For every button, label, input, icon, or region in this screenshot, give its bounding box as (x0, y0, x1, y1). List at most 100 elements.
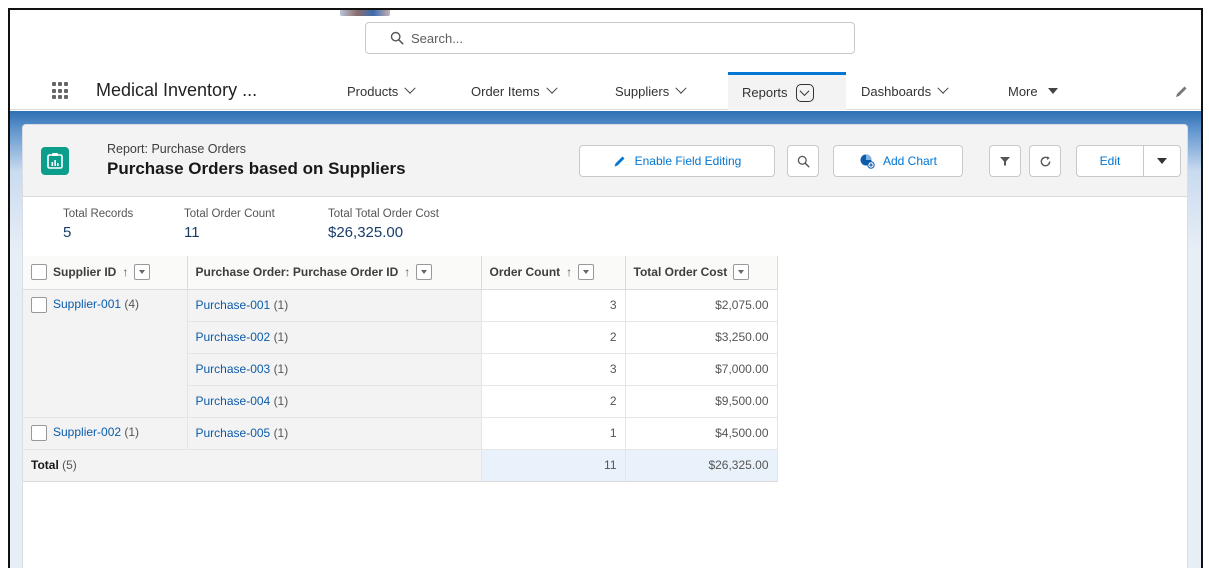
select-all-checkbox[interactable] (31, 264, 47, 281)
pencil-icon (613, 154, 627, 168)
report-card: Report: Purchase Orders Purchase Orders … (22, 124, 1188, 568)
group-cell-supplier: Supplier-002 (1) (23, 417, 188, 450)
global-search[interactable] (365, 22, 855, 54)
report-summary: Total Records 5 Total Order Count 11 Tot… (23, 198, 1187, 255)
summary-total-order-cost: Total Total Order Cost $26,325.00 (328, 208, 439, 241)
total-count: (5) (62, 458, 77, 472)
table-row: Supplier-002 (1) Purchase-005 (1) 1 $4,5… (23, 417, 778, 450)
column-header-supplier-id[interactable]: Supplier ID ↑ (23, 256, 188, 290)
chevron-down-icon[interactable] (545, 82, 558, 94)
app-nav-bar: Medical Inventory ... Products Order Ite… (10, 72, 1201, 110)
po-count: (1) (273, 330, 289, 344)
summary-value: 5 (63, 224, 72, 241)
summary-total-order-count: Total Order Count 11 (184, 208, 275, 241)
report-table: Supplier ID ↑ Purchase Order: Purchase O… (23, 256, 778, 482)
total-order-cost-cell: $9,500.00 (625, 385, 778, 418)
enable-field-editing-button[interactable]: Enable Field Editing (579, 145, 775, 177)
group-count: (4) (124, 296, 140, 311)
summary-label: Total Records (63, 208, 134, 220)
sort-ascending-icon[interactable]: ↑ (122, 265, 128, 279)
nav-item-label: Order Items (471, 83, 540, 99)
total-label-cell: Total (5) (23, 449, 482, 482)
purchase-order-link[interactable]: Purchase-004 (196, 394, 271, 408)
nav-item-order-items[interactable]: Order Items (471, 72, 558, 110)
column-menu-dropdown[interactable] (578, 264, 595, 281)
page-title: Purchase Orders based on Suppliers (107, 159, 406, 178)
supplier-link[interactable]: Supplier-002 (53, 425, 121, 439)
column-menu-dropdown[interactable] (416, 264, 433, 281)
order-count-cell: 3 (481, 289, 626, 322)
order-count-cell: 2 (481, 385, 626, 418)
refresh-button[interactable] (1029, 145, 1061, 177)
po-count: (1) (273, 394, 289, 408)
nav-item-suppliers[interactable]: Suppliers (615, 72, 687, 110)
column-header-label: Total Order Cost (633, 265, 728, 280)
order-count-cell: 2 (481, 321, 626, 354)
summary-label: Total Total Order Cost (328, 208, 440, 220)
edit-nav-pencil-icon[interactable] (1173, 84, 1189, 100)
search-input[interactable] (411, 30, 811, 46)
table-total-row: Total (5) 11 $26,325.00 (23, 449, 778, 482)
po-cell: Purchase-002 (1) (187, 321, 482, 354)
report-type-label: Report: Purchase Orders (107, 142, 246, 156)
column-header-total-order-cost[interactable]: Total Order Cost (625, 256, 778, 290)
total-order-cost-cell: $4,500.00 (625, 417, 778, 450)
filter-icon (1000, 157, 1010, 166)
search-icon (797, 155, 810, 168)
caret-down-icon[interactable] (1047, 88, 1058, 94)
caret-down-icon (1157, 158, 1167, 164)
order-count-cell: 1 (481, 417, 626, 450)
app-name: Medical Inventory ... (96, 80, 258, 100)
summary-value: $26,325.00 (328, 224, 404, 241)
nav-item-label: Suppliers (615, 83, 670, 99)
row-checkbox[interactable] (31, 296, 47, 313)
nav-item-label: More (1008, 83, 1038, 99)
report-icon (41, 147, 69, 175)
total-order-cost-cell: $2,075.00 (625, 289, 778, 322)
summary-value: 11 (184, 224, 200, 241)
column-header-label: Order Count (489, 265, 561, 280)
nav-item-products[interactable]: Products (347, 72, 416, 110)
refresh-icon (1040, 155, 1050, 166)
chevron-down-icon[interactable] (675, 82, 687, 94)
chevron-down-icon[interactable] (795, 83, 814, 102)
po-cell: Purchase-003 (1) (187, 353, 482, 386)
purchase-order-link[interactable]: Purchase-005 (196, 426, 271, 440)
order-count-cell: 3 (481, 353, 626, 386)
column-menu-dropdown[interactable] (733, 264, 750, 281)
nav-item-dashboards[interactable]: Dashboards (861, 72, 949, 110)
table-header-row: Supplier ID ↑ Purchase Order: Purchase O… (23, 256, 778, 290)
nav-item-label: Products (347, 83, 399, 99)
edit-button[interactable]: Edit (1076, 145, 1144, 177)
add-chart-button[interactable]: Add Chart (833, 145, 963, 177)
button-label: Edit (1099, 154, 1121, 168)
column-header-label: Supplier ID (53, 265, 117, 280)
filter-button[interactable] (989, 145, 1021, 177)
po-count: (1) (273, 426, 289, 440)
app-launcher-icon[interactable] (52, 82, 70, 100)
po-cell: Purchase-004 (1) (187, 385, 482, 418)
purchase-order-link[interactable]: Purchase-001 (196, 298, 271, 312)
column-menu-dropdown[interactable] (134, 264, 151, 281)
group-count: (1) (124, 425, 140, 440)
total-order-cost-cell: $26,325.00 (625, 449, 778, 482)
more-actions-button[interactable] (1143, 145, 1181, 177)
sort-ascending-icon[interactable]: ↑ (566, 265, 572, 279)
nav-item-more[interactable]: More (1008, 72, 1058, 110)
sort-ascending-icon[interactable]: ↑ (404, 265, 410, 279)
purchase-order-link[interactable]: Purchase-002 (196, 330, 271, 344)
po-count: (1) (273, 362, 289, 376)
nav-item-label: Reports (742, 85, 788, 100)
column-header-purchase-order-id[interactable]: Purchase Order: Purchase Order ID ↑ (187, 256, 482, 290)
search-report-button[interactable] (787, 145, 819, 177)
column-header-order-count[interactable]: Order Count ↑ (481, 256, 626, 290)
supplier-link[interactable]: Supplier-001 (53, 297, 121, 311)
row-checkbox[interactable] (31, 425, 47, 441)
button-label: Enable Field Editing (634, 154, 742, 168)
po-cell: Purchase-005 (1) (187, 417, 482, 450)
chevron-down-icon[interactable] (937, 82, 949, 94)
chevron-down-icon[interactable] (404, 82, 416, 94)
nav-item-reports[interactable]: Reports (728, 72, 846, 110)
po-cell: Purchase-001 (1) (187, 289, 482, 322)
purchase-order-link[interactable]: Purchase-003 (196, 362, 271, 376)
